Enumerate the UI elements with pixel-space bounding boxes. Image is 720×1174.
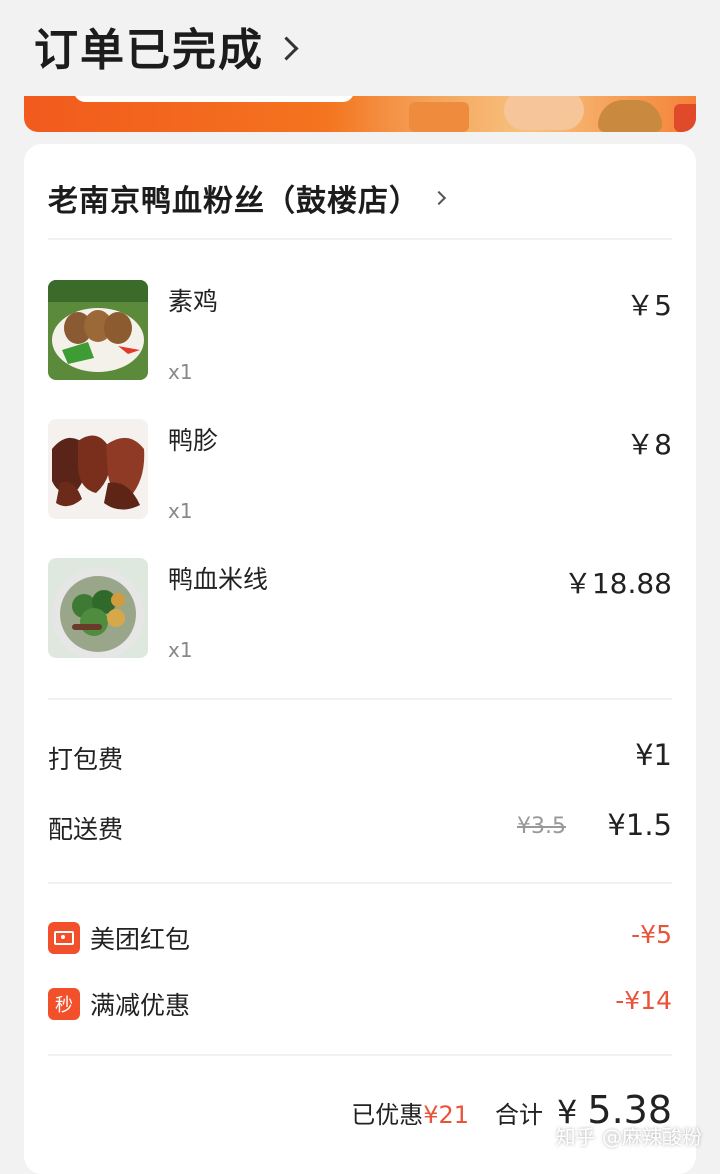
- item-quantity: x1: [168, 360, 193, 384]
- item-image-suji: [48, 280, 148, 380]
- banner-burger-image: [598, 100, 662, 132]
- store-link[interactable]: 老南京鸭血粉丝（鼓楼店）: [48, 176, 447, 220]
- item-price: ￥5: [626, 289, 672, 322]
- store-name: 老南京鸭血粉丝（鼓楼店）: [48, 184, 420, 219]
- packing-fee-label: 打包费: [48, 745, 124, 774]
- item-price: ￥8: [626, 428, 672, 461]
- full-reduction-value: -¥14: [615, 986, 672, 1015]
- banner-gift-box-image: [409, 102, 469, 132]
- red-packet-label: 美团红包: [90, 925, 191, 954]
- full-reduction-row: 秒 满减优惠 -¥14: [48, 986, 672, 1026]
- order-status-header[interactable]: 订单已完成: [34, 14, 299, 78]
- item-name: 鸭胗: [168, 426, 219, 455]
- packing-fee-value: ¥1: [635, 738, 672, 772]
- total-label: 合计: [495, 1101, 544, 1129]
- item-image-yaxue-mixian: [48, 558, 148, 658]
- order-card: 老南京鸭血粉丝（鼓楼店） 素鸡 x1 ￥5 鸭胗 x1 ￥8 鸭血米线 x1 ￥…: [24, 144, 696, 1174]
- delivery-fee-label: 配送费: [48, 815, 124, 844]
- item-quantity: x1: [168, 499, 193, 523]
- red-packet-value: -¥5: [631, 920, 672, 949]
- banner-pill: [74, 96, 354, 102]
- chevron-right-icon: [431, 190, 447, 206]
- flash-sale-icon: 秒: [48, 988, 80, 1020]
- banner-drink-image: [674, 104, 696, 132]
- divider: [48, 238, 672, 240]
- item-image-yazhen: [48, 419, 148, 519]
- watermark: 知乎 @麻辣酸粉: [555, 1125, 702, 1149]
- item-price: ￥18.88: [563, 567, 672, 600]
- item-name: 鸭血米线: [168, 565, 269, 594]
- order-item[interactable]: 鸭血米线 x1 ￥18.88: [48, 558, 672, 668]
- order-item[interactable]: 鸭胗 x1 ￥8: [48, 419, 672, 529]
- delivery-fee-row: 配送费 ¥3.5 ¥1.5: [48, 808, 672, 850]
- full-reduction-label: 满减优惠: [90, 991, 191, 1020]
- divider: [48, 1054, 672, 1056]
- order-status-title: 订单已完成: [34, 25, 264, 76]
- divider: [48, 882, 672, 884]
- item-quantity: x1: [168, 638, 193, 662]
- promo-banner[interactable]: [24, 96, 696, 132]
- saved-label: 已优惠: [351, 1101, 424, 1129]
- delivery-fee-original: ¥3.5: [517, 814, 566, 839]
- delivery-fee-value: ¥1.5: [607, 808, 672, 842]
- banner-cake-image: [504, 96, 584, 130]
- saved-value: ¥21: [423, 1101, 470, 1129]
- divider: [48, 698, 672, 700]
- red-envelope-icon: [48, 922, 80, 954]
- red-packet-row: 美团红包 -¥5: [48, 920, 672, 960]
- packing-fee-row: 打包费 ¥1: [48, 738, 672, 780]
- order-item[interactable]: 素鸡 x1 ￥5: [48, 280, 672, 390]
- item-name: 素鸡: [168, 287, 219, 316]
- chevron-right-icon: [274, 35, 299, 61]
